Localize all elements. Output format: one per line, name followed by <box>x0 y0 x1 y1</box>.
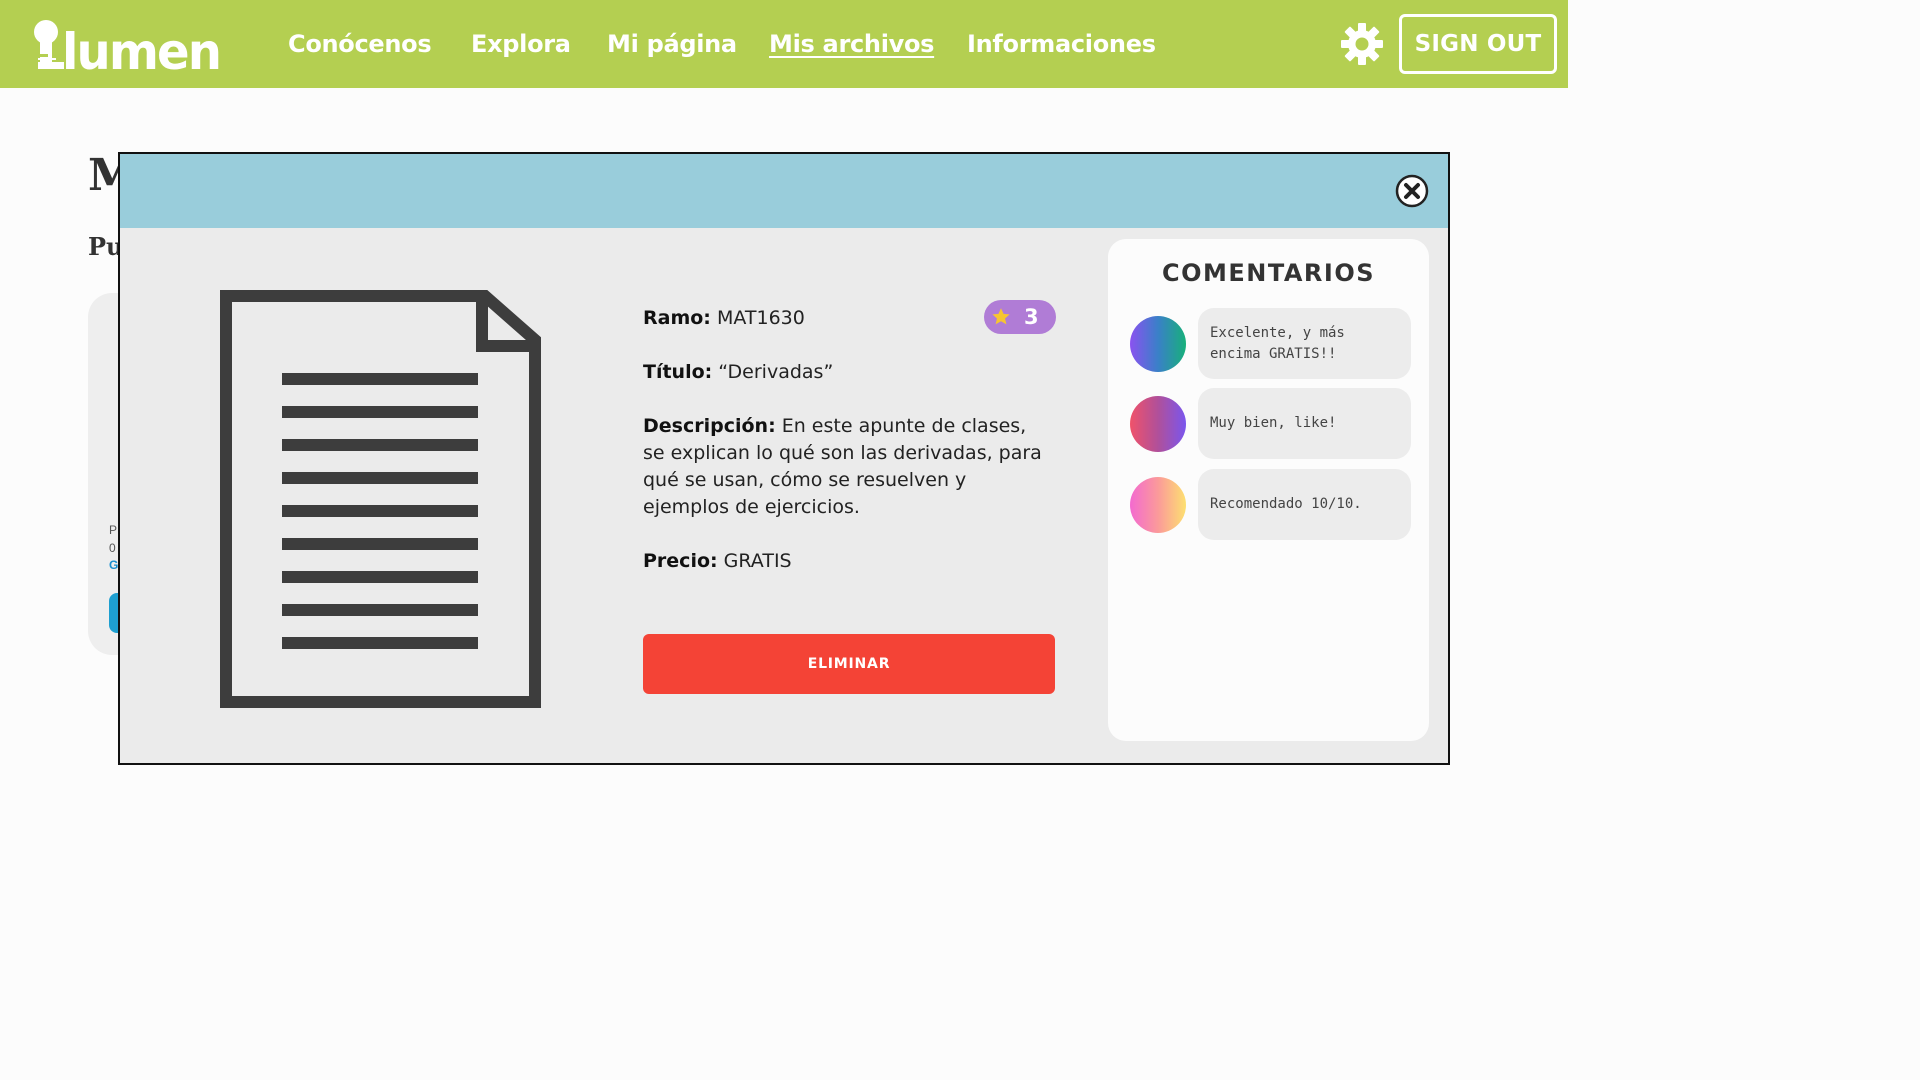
price-label: Precio: <box>643 550 718 572</box>
star-icon <box>992 308 1010 325</box>
svg-text:lumen: lumen <box>62 23 220 74</box>
avatar <box>1130 477 1186 533</box>
comment-bubble: Recomendado 10/10. <box>1198 469 1411 540</box>
description-field: Descripción: En este apunte de clases, s… <box>643 413 1043 521</box>
close-icon[interactable] <box>1395 174 1429 208</box>
lumen-logo[interactable]: lumen <box>32 18 222 74</box>
course-value: MAT1630 <box>716 307 805 329</box>
avatar <box>1130 316 1186 372</box>
nav-mis-archivos[interactable]: Mis archivos <box>769 0 934 88</box>
sign-out-button[interactable]: SIGN OUT <box>1399 14 1557 74</box>
rating-value: 3 <box>1024 305 1039 329</box>
price-value: GRATIS <box>723 550 792 572</box>
avatar <box>1130 396 1186 452</box>
title-field: Título: “Derivadas” <box>643 359 833 386</box>
file-detail-modal: Ramo: MAT1630 3 Título: “Derivadas” Desc… <box>118 152 1450 765</box>
title-label: Título: <box>643 361 713 383</box>
document-icon <box>220 290 541 708</box>
course-field: Ramo: MAT1630 <box>643 305 805 332</box>
gear-icon[interactable] <box>1340 22 1384 66</box>
file-card-link[interactable]: G <box>109 558 118 572</box>
top-navigation-bar: lumen Conócenos Explora Mi página Mis ar… <box>0 0 1568 88</box>
comment-bubble: Muy bien, like! <box>1198 388 1411 459</box>
nav-conocenos[interactable]: Conócenos <box>288 0 432 88</box>
nav-explora[interactable]: Explora <box>471 0 571 88</box>
modal-header <box>120 154 1448 228</box>
nav-informaciones[interactable]: Informaciones <box>967 0 1156 88</box>
comments-panel: COMENTARIOS Excelente, y más encima GRAT… <box>1108 239 1429 741</box>
price-field: Precio: GRATIS <box>643 548 792 575</box>
course-label: Ramo: <box>643 307 711 329</box>
title-value: “Derivadas” <box>718 361 834 383</box>
file-card-line: P <box>109 523 118 537</box>
description-label: Descripción: <box>643 415 776 437</box>
delete-button[interactable]: ELIMINAR <box>643 634 1055 694</box>
comments-title: COMENTARIOS <box>1161 259 1376 287</box>
file-card-line: 0 <box>109 541 116 555</box>
comment-bubble: Excelente, y más encima GRATIS!! <box>1198 308 1411 379</box>
nav-mi-pagina[interactable]: Mi página <box>607 0 737 88</box>
rating-badge: 3 <box>984 300 1056 334</box>
